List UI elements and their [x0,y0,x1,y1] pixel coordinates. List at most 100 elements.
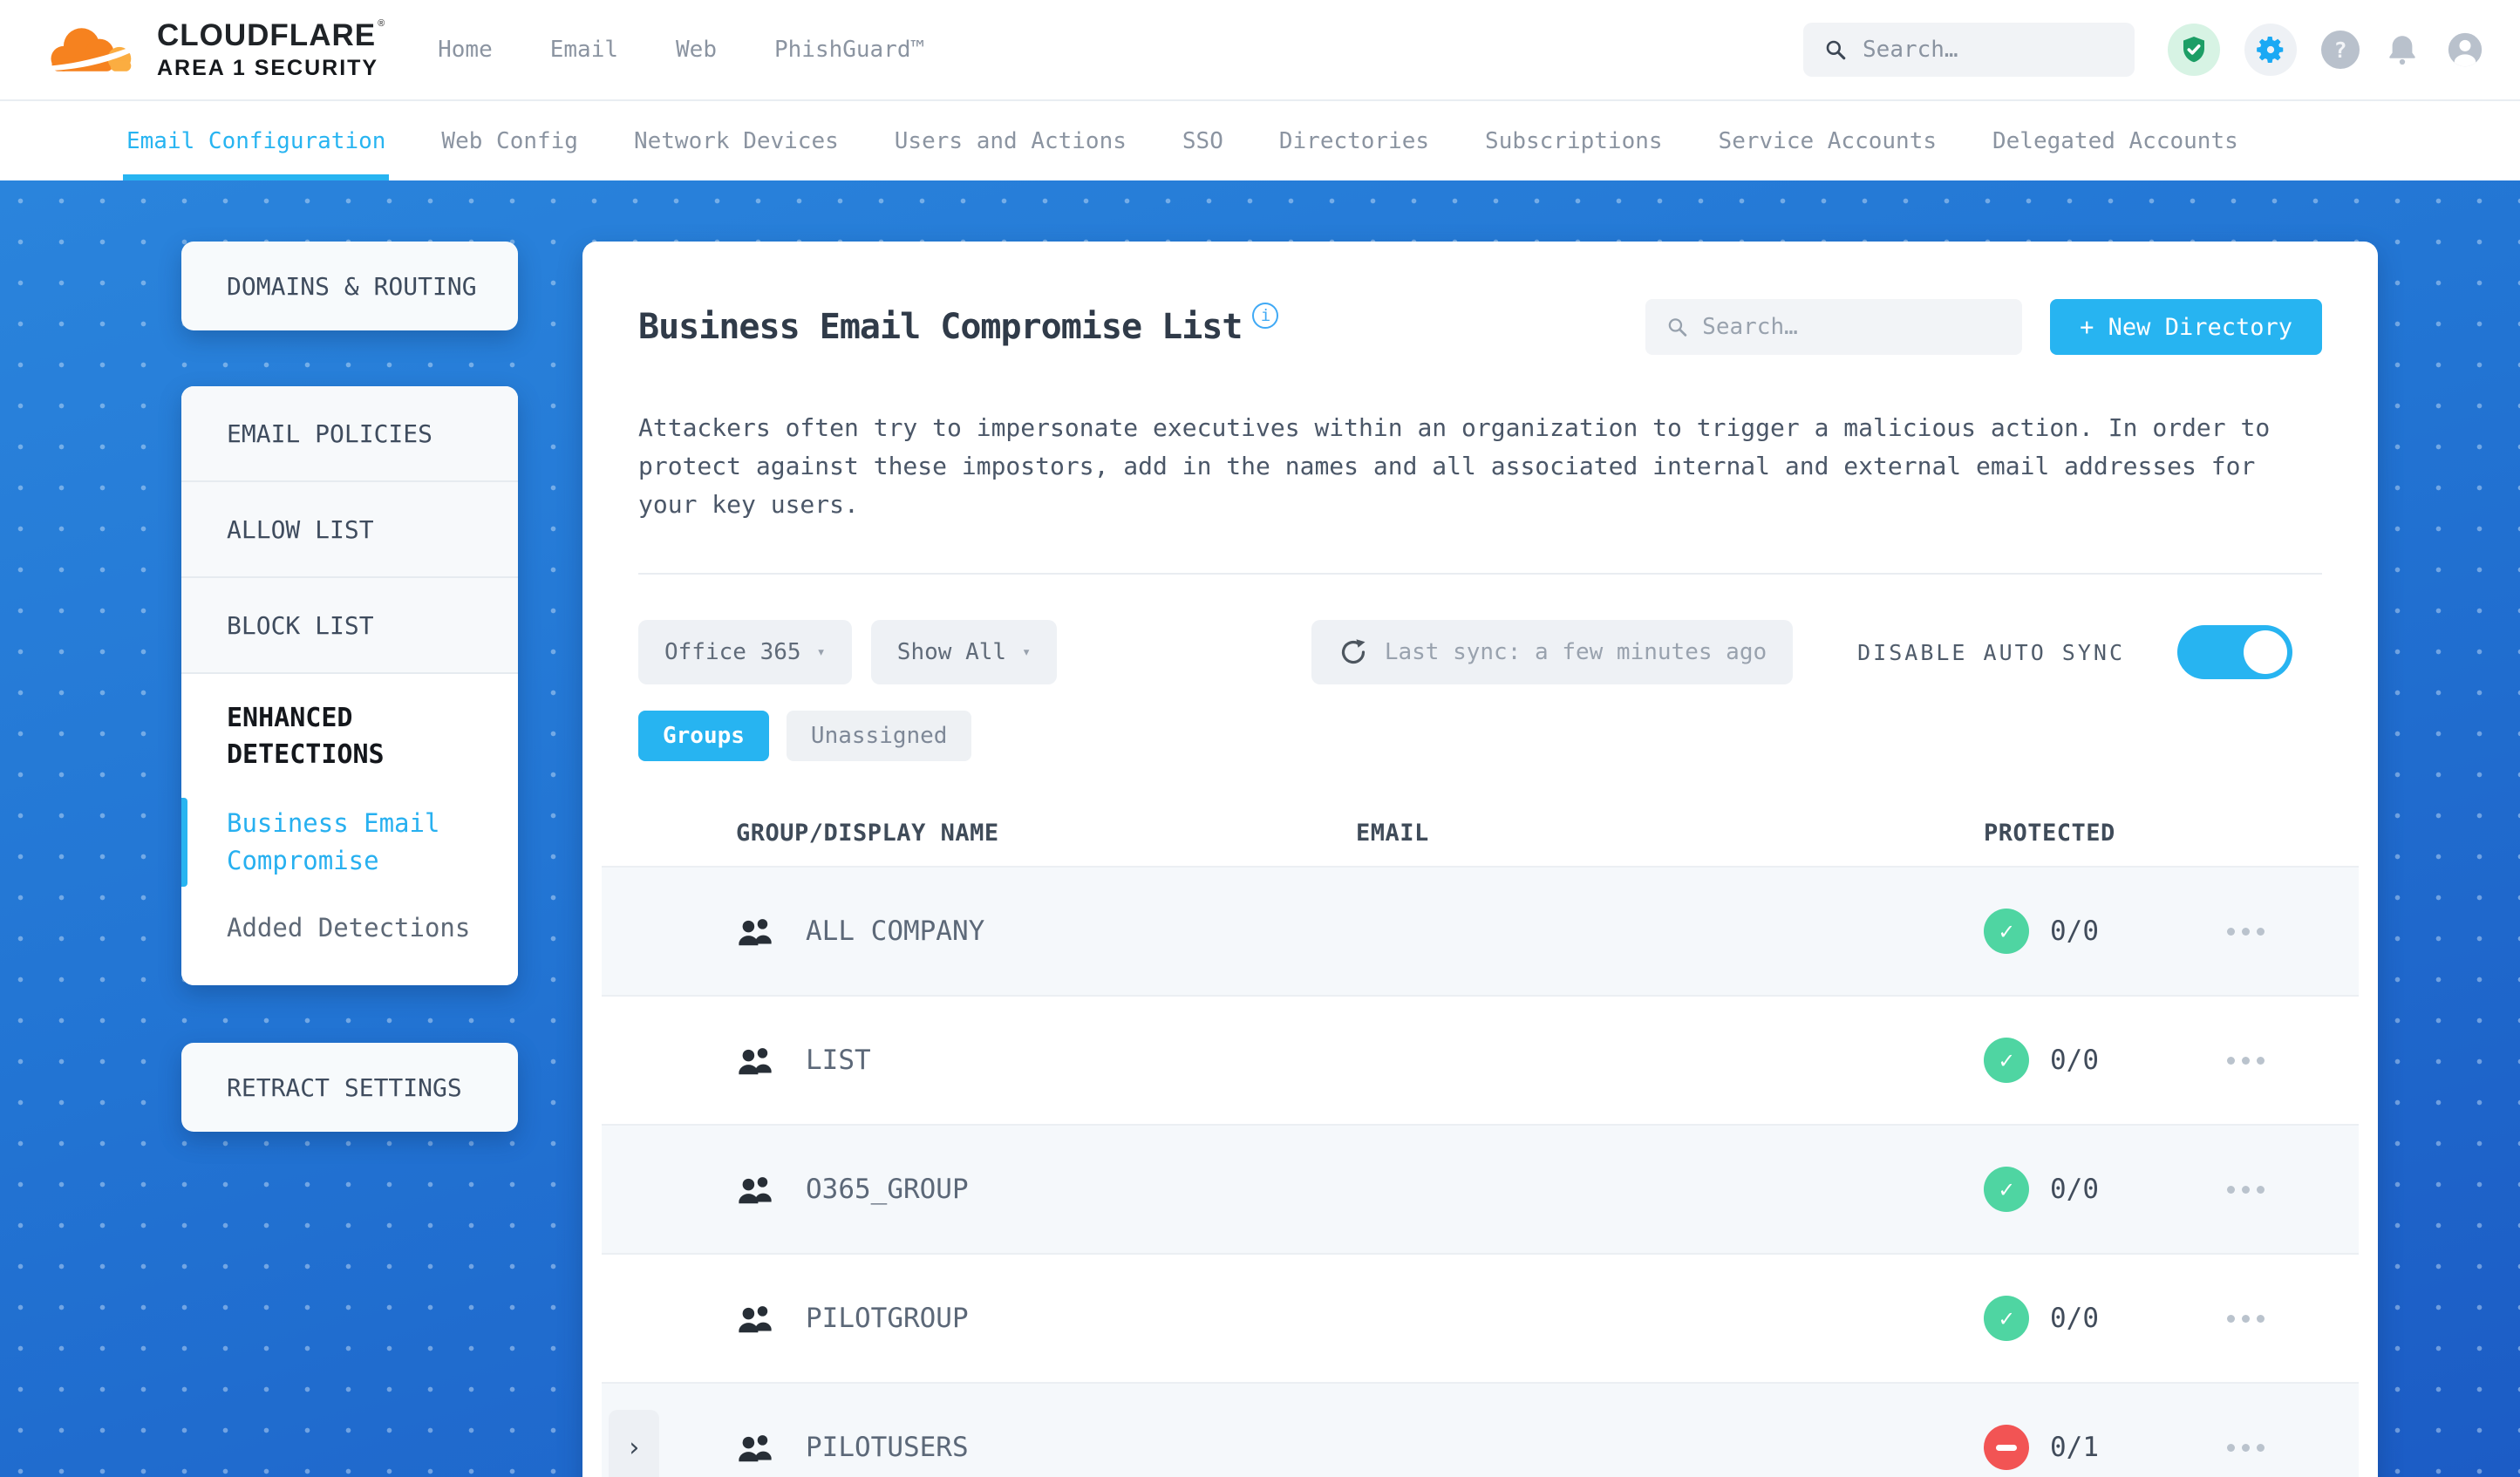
divider [638,573,2322,575]
protected-count: 0/0 [2050,1303,2099,1334]
protected-count: 0/0 [2050,1174,2099,1205]
tab-sso[interactable]: SSO [1182,101,1223,180]
settings-gear-icon[interactable] [2244,24,2297,76]
group-icon [739,1177,772,1204]
info-icon[interactable]: i [1252,303,1279,329]
sidebar-item-label: RETRACT SETTINGS [227,1072,462,1102]
tab-directories[interactable]: Directories [1279,101,1429,180]
tab-network-devices[interactable]: Network Devices [634,101,839,180]
sidebar: DOMAINS & ROUTING EMAIL POLICIES ALLOW L… [181,242,518,1132]
row-actions-menu[interactable] [2227,1185,2265,1194]
header-actions: ? [1803,23,2485,77]
tab-users-and-actions[interactable]: Users and Actions [895,101,1127,180]
group-icon [739,919,772,946]
protected-status-icon: ✓ [1984,1167,2029,1212]
sidebar-item-retract-settings[interactable]: RETRACT SETTINGS [181,1043,518,1132]
search-icon [1668,318,1687,337]
sidebar-item-email-policies[interactable]: EMAIL POLICIES [181,386,518,482]
main-card: Business Email Compromise List i + New D… [582,242,2378,1477]
nav-item-phishguard[interactable]: PhishGuard™ [774,37,924,63]
tab-service-accounts[interactable]: Service Accounts [1719,101,1937,180]
column-email: EMAIL [1356,819,1429,847]
user-avatar-icon[interactable] [2445,30,2485,70]
enhanced-detections-label: ENHANCED DETECTIONS [227,703,385,770]
last-sync-status: Last sync: a few minutes ago [1311,620,1794,684]
top-header: CLOUDFLARE AREA 1 SECURITY Home Email We… [0,0,2520,101]
view-tabs: Groups Unassigned [638,711,2322,761]
caret-down-icon: ▾ [816,643,826,661]
directory-search-input[interactable] [1702,314,2002,340]
nav-item-home[interactable]: Home [438,37,493,63]
tab-delegated-accounts[interactable]: Delegated Accounts [1992,101,2238,180]
directory-search[interactable] [1645,299,2023,355]
refresh-icon [1341,639,1366,664]
table-row-pilotusers[interactable]: › PILOTUSERS 0/1 [602,1382,2359,1477]
provider-dropdown[interactable]: Office 365 ▾ [638,620,852,684]
group-name: O365_GROUP [806,1174,969,1205]
expand-chevron-icon[interactable]: › [609,1410,659,1477]
sidebar-item-block-list[interactable]: BLOCK LIST [181,578,518,674]
global-search-input[interactable] [1863,37,2114,63]
card-header: Business Email Compromise List i + New D… [638,242,2322,355]
sidebar-policies-card: EMAIL POLICIES ALLOW LIST BLOCK LIST ENH… [181,386,518,985]
page-description: Attackers often try to impersonate execu… [638,413,2271,519]
show-filter-dropdown[interactable]: Show All ▾ [870,620,1058,684]
group-icon [739,1306,772,1333]
sidebar-item-business-email-compromise[interactable]: Business Email Compromise [181,798,471,887]
tab-email-configuration[interactable]: Email Configuration [122,101,390,180]
group-name: PILOTGROUP [806,1303,969,1334]
auto-sync-toggle[interactable] [2177,625,2292,679]
tab-web-config[interactable]: Web Config [441,101,578,180]
directory-table: GROUP/DISPLAY NAME EMAIL PROTECTED ALL C… [602,800,2359,1477]
column-group-display-name: GROUP/DISPLAY NAME [736,819,999,847]
page-title: Business Email Compromise List [638,307,1243,347]
auto-sync-label: DISABLE AUTO SYNC [1857,639,2125,665]
sidebar-item-added-detections[interactable]: Added Detections [227,909,471,947]
tab-subscriptions[interactable]: Subscriptions [1485,101,1663,180]
security-shield-icon[interactable] [2168,24,2220,76]
sidebar-item-allow-list[interactable]: ALLOW LIST [181,482,518,578]
brand-name: CLOUDFLARE [157,18,385,53]
group-name: LIST [806,1045,871,1076]
cloudflare-logo-icon [49,28,132,71]
sidebar-item-domains-routing[interactable]: DOMAINS & ROUTING [181,242,518,330]
caret-down-icon: ▾ [1022,643,1032,661]
last-sync-text: Last sync: a few minutes ago [1384,639,1767,665]
global-search[interactable] [1803,23,2135,77]
table-row-o365-group[interactable]: O365_GROUP ✓ 0/0 [602,1124,2359,1253]
content-area: DOMAINS & ROUTING EMAIL POLICIES ALLOW L… [0,180,2520,1477]
row-actions-menu[interactable] [2227,927,2265,936]
table-row-all-company[interactable]: ALL COMPANY ✓ 0/0 [602,866,2359,995]
protected-status-icon [1984,1425,2029,1470]
row-actions-menu[interactable] [2227,1056,2265,1065]
row-actions-menu[interactable] [2227,1314,2265,1323]
filter-row: Office 365 ▾ Show All ▾ Last sync: a few… [638,620,2322,684]
view-tab-groups[interactable]: Groups [638,711,769,761]
table-row-list[interactable]: LIST ✓ 0/0 [602,995,2359,1124]
notifications-bell-icon[interactable] [2384,31,2421,68]
top-navigation: Home Email Web PhishGuard™ [438,37,924,63]
toggle-knob [2244,630,2287,674]
group-name: ALL COMPANY [806,915,985,947]
nav-item-email[interactable]: Email [550,37,618,63]
nav-item-web[interactable]: Web [676,37,717,63]
new-directory-button[interactable]: + New Directory [2050,299,2322,355]
row-actions-menu[interactable] [2227,1443,2265,1452]
sidebar-section-enhanced-detections[interactable]: ENHANCED DETECTIONS Business Email Compr… [181,674,518,985]
help-icon[interactable]: ? [2321,31,2360,69]
search-icon [1826,40,1846,60]
protected-status-icon: ✓ [1984,1038,2029,1083]
protected-count: 0/0 [2050,1045,2099,1076]
cloudflare-brand[interactable]: CLOUDFLARE AREA 1 SECURITY [49,18,385,81]
group-icon [739,1435,772,1462]
protected-status-icon: ✓ [1984,909,2029,954]
group-name: PILOTUSERS [806,1432,969,1463]
table-header: GROUP/DISPLAY NAME EMAIL PROTECTED [602,800,2359,866]
app-root: CLOUDFLARE AREA 1 SECURITY Home Email We… [0,0,2520,1477]
table-row-pilotgroup[interactable]: PILOTGROUP ✓ 0/0 [602,1253,2359,1382]
config-tab-bar: Email Configuration Web Config Network D… [0,101,2520,180]
protected-count: 0/1 [2050,1432,2099,1463]
protected-count: 0/0 [2050,915,2099,947]
view-tab-unassigned[interactable]: Unassigned [786,711,972,761]
group-icon [739,1048,772,1075]
